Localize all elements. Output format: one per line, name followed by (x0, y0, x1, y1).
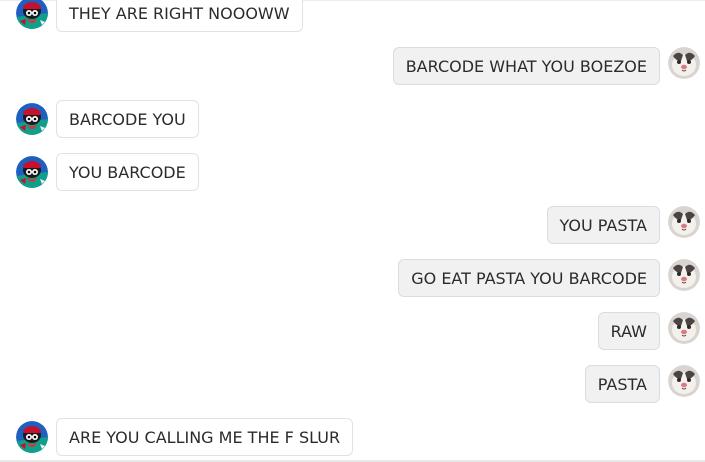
message-outgoing: RAW (0, 312, 705, 352)
message-outgoing: PASTA (0, 365, 705, 405)
message-incoming: YOU BARCODE (0, 153, 705, 193)
message-bubble[interactable]: BARCODE WHAT YOU BOEZOE (392, 47, 660, 85)
message-outgoing: BARCODE WHAT YOU BOEZOE (0, 47, 705, 87)
message-bubble[interactable]: PASTA (584, 365, 660, 403)
message-bubble[interactable]: GO EAT PASTA YOU BARCODE (398, 259, 660, 297)
message-bubble[interactable]: YOU PASTA (546, 206, 660, 244)
message-bubble[interactable]: THEY ARE RIGHT NOOOWW (56, 0, 303, 32)
pirate-bird-avatar[interactable] (16, 421, 48, 453)
message-outgoing: GO EAT PASTA YOU BARCODE (0, 259, 705, 299)
message-bubble[interactable]: YOU BARCODE (56, 153, 199, 191)
cat-avatar[interactable] (668, 259, 700, 291)
cat-avatar[interactable] (668, 206, 700, 238)
message-outgoing: YOU PASTA (0, 206, 705, 246)
pirate-bird-avatar[interactable] (16, 0, 48, 29)
message-bubble[interactable]: BARCODE YOU (56, 100, 199, 138)
pirate-bird-avatar[interactable] (16, 103, 48, 135)
message-incoming: ARE YOU CALLING ME THE F SLUR (0, 418, 705, 458)
pirate-bird-avatar[interactable] (16, 156, 48, 188)
message-bubble[interactable]: ARE YOU CALLING ME THE F SLUR (56, 418, 354, 456)
cat-avatar[interactable] (668, 47, 700, 79)
message-bubble[interactable]: RAW (597, 312, 660, 350)
cat-avatar[interactable] (668, 365, 700, 397)
message-incoming: BARCODE YOU (0, 100, 705, 140)
cat-avatar[interactable] (668, 312, 700, 344)
message-incoming: THEY ARE RIGHT NOOOWW (0, 0, 705, 34)
